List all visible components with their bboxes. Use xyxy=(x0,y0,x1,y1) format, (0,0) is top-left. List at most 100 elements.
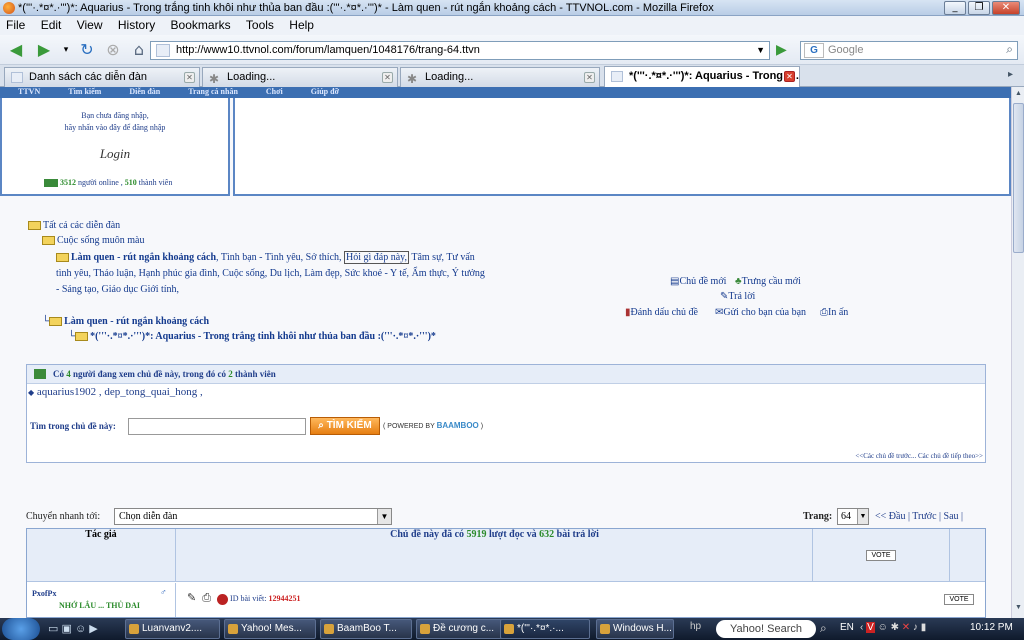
task-baamboo[interactable]: BaamBoo T... xyxy=(320,619,412,639)
history-dropdown-icon[interactable]: ▾ xyxy=(60,39,72,61)
subforum-link[interactable]: Giáo dục Giới tính, xyxy=(102,284,180,295)
magnifier-icon[interactable]: ⌕ xyxy=(1006,42,1013,57)
scroll-up-icon[interactable]: ▲ xyxy=(1013,89,1024,101)
nav-help[interactable]: Giúp đỡ xyxy=(311,87,339,97)
task-yahoo-messenger[interactable]: Yahoo! Mes... xyxy=(224,619,316,639)
tray-arrow-icon[interactable]: ‹ xyxy=(860,622,863,633)
url-bar[interactable]: http://www10.ttvnol.com/forum/lamquen/10… xyxy=(150,41,770,60)
nav-search[interactable]: Tìm kiếm xyxy=(68,87,101,97)
close-tab-icon[interactable]: ✕ xyxy=(584,72,595,83)
battery-icon[interactable]: ▮ xyxy=(921,622,927,633)
mark-topic-link[interactable]: Đánh dấu chủ đề xyxy=(631,307,698,318)
menu-edit[interactable]: Edit xyxy=(35,16,68,35)
send-friend-link[interactable]: Gửi cho bạn của bạn xyxy=(723,307,806,318)
close-tab-icon[interactable]: ✕ xyxy=(382,72,393,83)
new-poll-link[interactable]: Trưng cầu mới xyxy=(742,276,801,287)
vertical-scrollbar[interactable]: ▲ ▼ xyxy=(1011,87,1024,618)
scroll-down-icon[interactable]: ▼ xyxy=(1013,603,1024,615)
search-icon[interactable]: ⌕ xyxy=(820,621,827,636)
login-button[interactable]: Login xyxy=(2,146,228,162)
messenger-icon[interactable]: ☺ xyxy=(75,623,86,635)
reload-icon[interactable]: ↻ xyxy=(76,39,98,61)
viewers-list[interactable]: ◆ aquarius1902 , dep_tong_quai_hong , xyxy=(28,386,203,398)
nav-ttvn[interactable]: TTVN xyxy=(18,87,40,97)
subforum-link[interactable]: Sở thích, xyxy=(306,252,342,263)
crumb-life[interactable]: Cuộc sống muôn màu xyxy=(57,235,145,246)
post-vote-button[interactable]: VOTE xyxy=(944,594,974,605)
stop-icon[interactable]: ⊗ xyxy=(102,39,124,61)
back-icon[interactable]: ◀ xyxy=(4,39,28,61)
crumb-lamquen-2[interactable]: Làm quen - rút ngắn khoảng cách xyxy=(64,316,209,327)
reply-link[interactable]: Trả lời xyxy=(728,291,755,302)
network-warning-icon[interactable]: ✕ xyxy=(902,622,910,633)
google-engine-icon[interactable]: G xyxy=(804,43,824,58)
task-firefox[interactable]: *('''·.*¤*.·... xyxy=(500,619,590,639)
yahoo-search-box[interactable]: Yahoo! Search xyxy=(716,620,816,638)
subforum-link[interactable]: Ẩm thực, xyxy=(412,268,450,279)
subforum-link[interactable]: Du lịch, xyxy=(270,268,302,279)
show-desktop-icon[interactable]: ▭ xyxy=(48,623,58,635)
crumb-lamquen[interactable]: Làm quen - rút ngắn khoảng cách xyxy=(71,252,216,263)
start-button[interactable] xyxy=(2,618,40,640)
task-luanvan[interactable]: Luanvanv2.... xyxy=(125,619,220,639)
nav-play[interactable]: Chơi xyxy=(266,87,283,97)
prev-next-topics[interactable]: <<Các chủ đề trước... Các chủ đề tiếp th… xyxy=(855,452,983,460)
messenger-tray-icon[interactable]: ☺ xyxy=(878,622,888,633)
report-icon[interactable] xyxy=(217,593,229,605)
subforum-link[interactable]: , Tình bạn - Tình yêu, xyxy=(216,252,303,263)
go-icon[interactable]: ▶ xyxy=(776,41,792,60)
crumb-topic[interactable]: *('''·.*¤*.·''')*: Aquarius - Trong trắn… xyxy=(90,331,436,342)
topic-search-input[interactable] xyxy=(128,418,306,435)
close-tab-icon[interactable]: ✕ xyxy=(184,72,195,83)
subforum-link[interactable]: Thảo luận, xyxy=(93,268,136,279)
subforum-link[interactable]: Tâm sự, xyxy=(411,252,444,263)
tab-loading-2[interactable]: ✱ Loading... ✕ xyxy=(400,67,600,87)
menu-help[interactable]: Help xyxy=(283,16,320,35)
page-first-link[interactable]: << Đầu xyxy=(875,511,905,522)
page-next-link[interactable]: Sau xyxy=(944,511,959,522)
hp-icon[interactable]: hp xyxy=(690,621,708,637)
task-de-cuong[interactable]: Đề cương c... xyxy=(416,619,506,639)
subforum-link[interactable]: Làm đẹp, xyxy=(304,268,342,279)
subforum-link[interactable]: Hỏi gì đáp này, xyxy=(344,251,410,264)
task-windows-help[interactable]: Windows H... xyxy=(596,619,674,639)
topic-search-button[interactable]: ⌕ TÌM KIẾM xyxy=(310,417,380,435)
login-hint-2[interactable]: hãy nhấn vào đây để đăng nhập xyxy=(2,123,228,132)
restore-button[interactable]: ❐ xyxy=(968,1,990,15)
subforum-link[interactable]: Sức khoẻ - Y tế, xyxy=(345,268,409,279)
vote-button[interactable]: VOTE xyxy=(866,550,896,561)
tab-scroll-icon[interactable]: ▸ xyxy=(1008,69,1013,80)
menu-bookmarks[interactable]: Bookmarks xyxy=(165,16,237,35)
home-icon[interactable]: ⌂ xyxy=(128,39,150,61)
language-indicator[interactable]: EN xyxy=(840,622,854,633)
subforum-link[interactable]: Hạnh phúc gia đình, xyxy=(139,268,220,279)
volume-icon[interactable]: ♪ xyxy=(913,622,918,633)
menu-tools[interactable]: Tools xyxy=(240,16,280,35)
tab-aquarius[interactable]: *('''·.*¤*.·''')*: Aquarius - Trong t...… xyxy=(604,66,800,88)
url-dropdown-icon[interactable]: ▼ xyxy=(756,42,765,59)
print-link[interactable]: In ấn xyxy=(828,307,848,318)
menu-view[interactable]: View xyxy=(71,16,109,35)
forward-icon[interactable]: ▶ xyxy=(32,39,56,61)
search-input[interactable]: G Google ⌕ xyxy=(800,41,1018,60)
subforum-link[interactable]: Cuộc sống, xyxy=(222,268,267,279)
tab-forum-list[interactable]: Danh sách các diễn đàn ✕ xyxy=(4,67,200,87)
minimize-button[interactable]: _ xyxy=(944,1,966,15)
menu-history[interactable]: History xyxy=(112,16,161,35)
post-author-name[interactable]: PxofPx xyxy=(32,589,56,598)
chevron-down-icon[interactable]: ▼ xyxy=(857,509,868,524)
edit-icon[interactable]: ✎ xyxy=(187,592,196,604)
media-icon[interactable]: ▶ xyxy=(89,623,97,635)
tray-app-icon[interactable]: ✱ xyxy=(891,622,899,633)
chevron-down-icon[interactable]: ▼ xyxy=(377,509,391,524)
close-tab-icon[interactable]: ✕ xyxy=(784,71,795,82)
crumb-all-forums[interactable]: Tất cả các diễn đàn xyxy=(43,220,120,231)
page-prev-link[interactable]: Trước xyxy=(912,511,936,522)
menu-file[interactable]: File xyxy=(0,16,31,35)
close-window-button[interactable]: ✕ xyxy=(992,1,1020,15)
page-select[interactable]: 64 ▼ xyxy=(837,508,869,525)
print-icon[interactable]: ⎙ xyxy=(202,592,211,604)
antivirus-icon[interactable]: V xyxy=(866,622,875,633)
tab-loading-1[interactable]: ✱ Loading... ✕ xyxy=(202,67,398,87)
new-topic-link[interactable]: Chủ đề mới xyxy=(679,276,726,287)
